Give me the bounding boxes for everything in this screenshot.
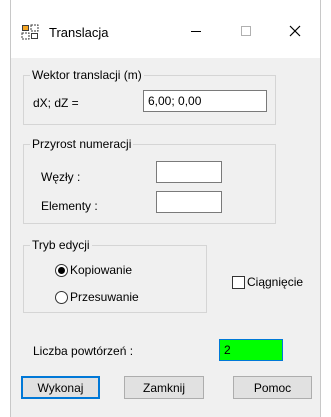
drag-checkbox-box[interactable] — [232, 276, 245, 289]
title-bar[interactable]: Translacja — [11, 0, 320, 58]
minimize-button[interactable] — [174, 18, 218, 46]
repeat-count-label: Liczba powtórzeń : — [33, 344, 134, 358]
nodes-label: Węzły : — [41, 170, 81, 184]
close-icon — [289, 25, 301, 40]
translation-vector-group-label: Wektor translacji (m) — [30, 68, 144, 82]
dx-dz-input[interactable] — [143, 90, 267, 112]
close-button[interactable] — [273, 18, 317, 46]
translation-dialog: Translacja Wektor translacji (m) dX; dZ — [10, 0, 321, 417]
maximize-button[interactable] — [224, 18, 268, 46]
drag-checkbox-label[interactable]: Ciągnięcie — [247, 275, 303, 289]
window: Translacja Wektor translacji (m) dX; dZ — [0, 0, 331, 417]
elements-increment-input[interactable] — [156, 191, 222, 213]
elements-label: Elementy : — [41, 199, 98, 213]
numbering-increment-group-label: Przyrost numeracji — [30, 137, 134, 151]
dx-dz-label: dX; dZ = — [33, 96, 79, 110]
nodes-increment-input[interactable] — [156, 161, 222, 183]
radio-move-indicator[interactable] — [55, 291, 68, 304]
minimize-icon — [190, 25, 202, 40]
maximize-icon — [240, 25, 252, 40]
edit-mode-group-label: Tryb edycji — [30, 238, 92, 252]
execute-button[interactable]: Wykonaj — [21, 376, 100, 399]
help-button[interactable]: Pomoc — [233, 376, 312, 399]
repeat-count-input[interactable] — [219, 339, 283, 361]
close-dialog-button[interactable]: Zamknij — [124, 376, 204, 399]
background-area — [0, 0, 10, 417]
radio-copy-label[interactable]: Kopiowanie — [70, 263, 132, 277]
window-title: Translacja — [49, 25, 109, 40]
background-area — [321, 0, 331, 417]
radio-move-label[interactable]: Przesuwanie — [70, 290, 139, 304]
radio-copy-indicator[interactable] — [55, 264, 68, 277]
translation-grid-icon — [21, 24, 39, 40]
